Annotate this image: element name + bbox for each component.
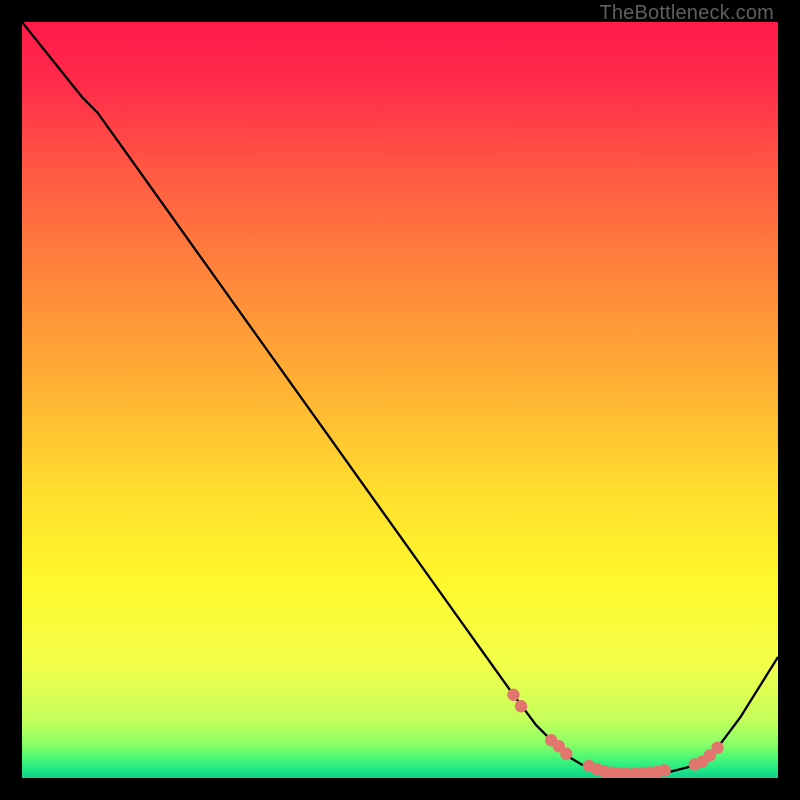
marker-dot xyxy=(515,700,527,712)
marker-dot xyxy=(560,748,572,760)
gradient-background xyxy=(22,22,778,778)
bottleneck-chart xyxy=(22,22,778,778)
marker-dot xyxy=(711,742,723,754)
chart-frame xyxy=(22,22,778,778)
watermark-text: TheBottleneck.com xyxy=(599,2,774,25)
marker-dot xyxy=(658,764,670,776)
marker-dot xyxy=(507,689,519,701)
